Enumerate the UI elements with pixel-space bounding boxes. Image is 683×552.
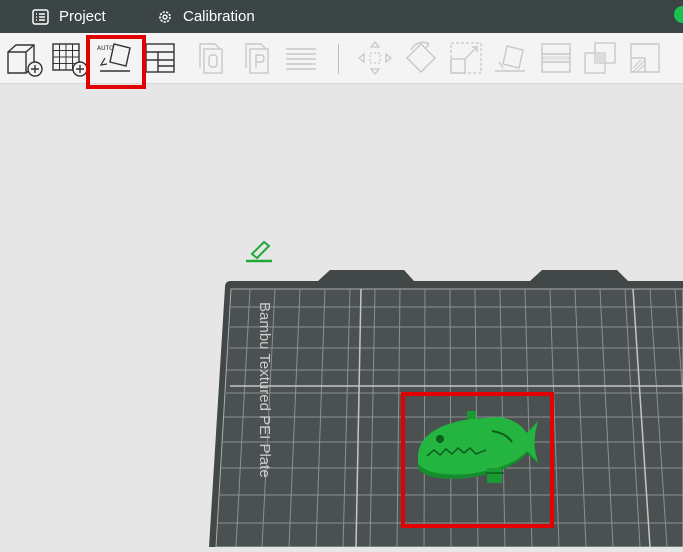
auto-orient-button[interactable]: AUTO [96,37,134,79]
paste-icon [245,43,269,74]
tab-calibration-label: Calibration [183,8,255,25]
support-paint-button[interactable] [626,37,664,79]
tab-project-label: Project [59,8,106,25]
copy-icon [199,43,223,74]
scale-button[interactable] [447,37,485,79]
cut-button[interactable] [537,37,575,79]
arrange-button[interactable] [141,37,179,79]
auto-orient-icon: AUTO [97,43,131,72]
layers-icon [286,48,316,70]
move-button[interactable] [356,37,394,79]
copy-button[interactable] [192,37,230,79]
auto-badge: AUTO [97,45,114,52]
toolbar-divider [338,44,339,74]
tab-calibration[interactable]: Calibration [157,0,255,33]
support-paint-icon [630,43,660,73]
add-cube-icon [7,44,43,77]
add-plate-button[interactable] [50,37,88,79]
toolbar: AUTO [0,33,683,84]
gear-icon [159,10,171,23]
cut-icon [541,43,571,73]
layers-button[interactable] [282,37,320,79]
rotate-button[interactable] [402,37,440,79]
edit-plate-name-icon[interactable] [246,240,272,263]
grid-plus-icon [52,43,88,77]
status-indicator [674,6,683,23]
rotate-icon [406,41,436,73]
paste-button[interactable] [238,37,276,79]
project-list-icon [32,8,49,25]
arrange-layout-icon [145,43,175,73]
move-icon [357,40,393,76]
build-plate-scene: Bambu Textured PEI Plate [209,240,683,548]
boolean-icon [584,42,616,74]
boolean-button[interactable] [581,37,619,79]
lay-on-face-icon [495,45,525,72]
plate-label: Bambu Textured PEI Plate [256,302,273,478]
build-plate: Bambu Textured PEI Plate [209,270,683,548]
tab-project[interactable]: Project [32,0,106,33]
scale-icon [450,42,482,74]
add-cube-button[interactable] [5,37,43,79]
top-bar: Project Calibration [0,0,683,33]
lay-on-face-button[interactable] [492,37,530,79]
3d-viewport[interactable]: Bambu Textured PEI Plate [0,84,683,548]
